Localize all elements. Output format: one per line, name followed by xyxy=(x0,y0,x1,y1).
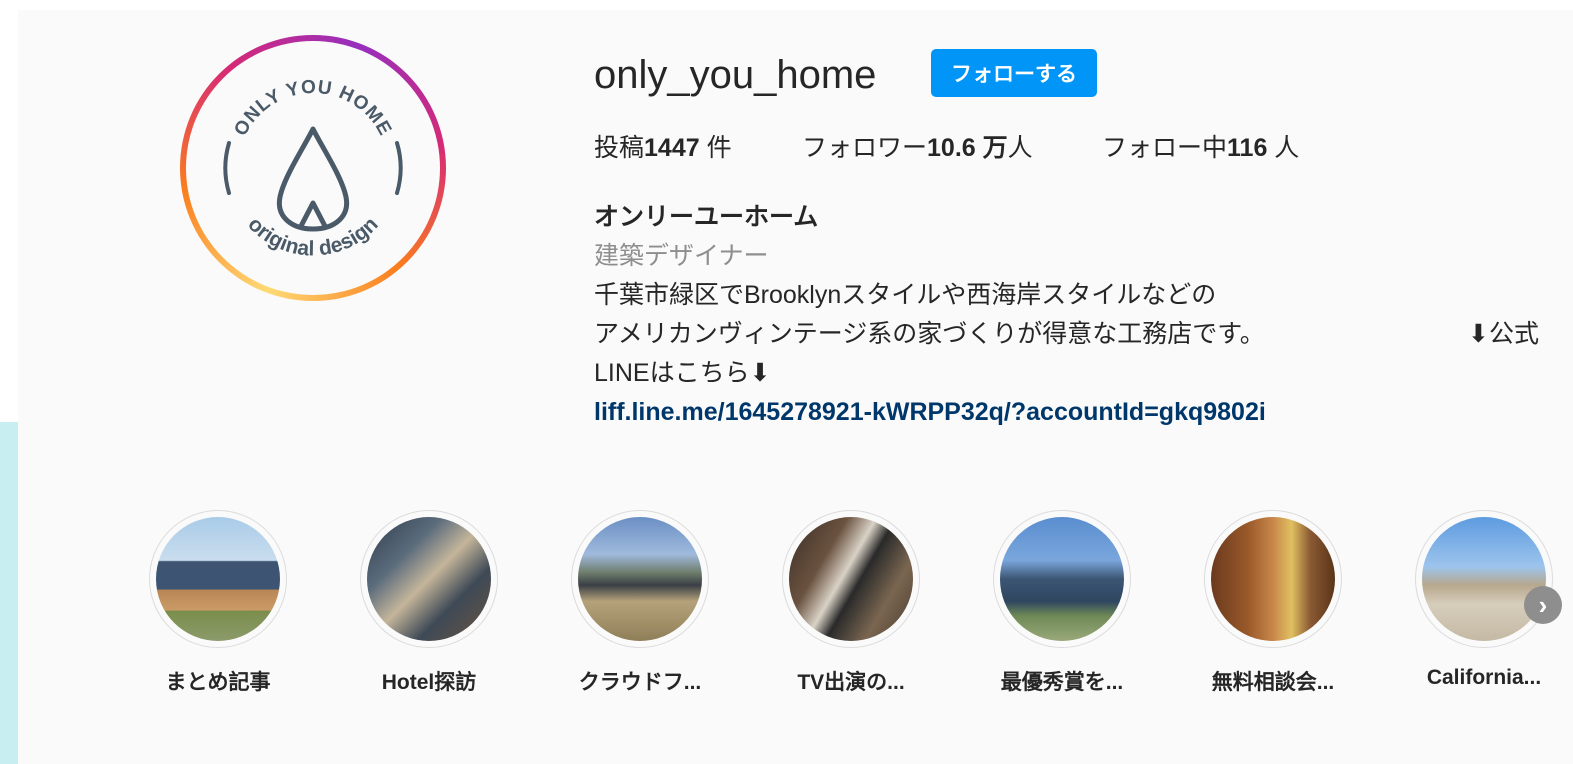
bio-line: アメリカンヴィンテージ系の家づくりが得意な工務店です。 ⬇公式 xyxy=(594,315,1539,354)
chevron-right-icon[interactable]: › xyxy=(1524,586,1562,624)
highlight-thumbnail xyxy=(1000,517,1124,641)
highlight-label: まとめ記事 xyxy=(165,671,271,694)
followers-count[interactable]: フォロワー10.6 万人 xyxy=(802,130,1033,166)
highlight-label: California... xyxy=(1426,666,1542,689)
highlight-thumbnail xyxy=(578,517,702,641)
posts-count: 投稿1447 件 xyxy=(594,134,732,162)
highlight-thumbnail xyxy=(156,517,280,641)
highlight-item[interactable]: Hotel探訪 xyxy=(344,510,514,696)
profile-avatar[interactable]: ONLY YOU HOME original design xyxy=(180,35,446,301)
highlight-item[interactable]: まとめ記事 xyxy=(133,510,303,696)
highlight-item[interactable]: 無料相談会... xyxy=(1188,510,1358,696)
highlight-label: Hotel探訪 xyxy=(381,671,477,694)
display-name: オンリーユーホーム xyxy=(594,203,819,231)
bio-line-tail: ⬇公式 xyxy=(1468,320,1539,348)
teardrop-icon xyxy=(276,126,350,232)
external-link[interactable]: liff.line.me/1645278921-kWRPP32q/?accoun… xyxy=(594,398,1266,426)
highlight-label: 最優秀賞を... xyxy=(1000,671,1124,694)
highlight-item[interactable]: TV出演の... xyxy=(766,510,936,696)
logo-bottom-text: original design xyxy=(243,213,382,261)
follow-button[interactable]: フォローする xyxy=(931,49,1097,97)
highlight-label: TV出演の... xyxy=(797,671,905,694)
profile-bio: オンリーユーホーム 建築デザイナー 千葉市緑区でBrooklynスタイルや西海岸… xyxy=(594,198,1539,432)
highlight-label: 無料相談会... xyxy=(1211,671,1335,694)
category-label: 建築デザイナー xyxy=(594,242,769,270)
highlight-item[interactable]: 最優秀賞を... xyxy=(977,510,1147,696)
highlight-thumbnail xyxy=(367,517,491,641)
bio-line: 千葉市緑区でBrooklynスタイルや西海岸スタイルなどの xyxy=(594,281,1217,309)
highlight-thumbnail xyxy=(1422,517,1546,641)
following-count[interactable]: フォロー中116 人 xyxy=(1102,130,1299,166)
username: only_you_home xyxy=(594,53,877,97)
highlight-thumbnail xyxy=(1211,517,1335,641)
highlight-label: クラウドフ... xyxy=(578,671,702,694)
highlight-item[interactable]: クラウドフ... xyxy=(555,510,725,696)
bio-line: LINEはこちら⬇ xyxy=(594,359,771,387)
svg-text:original design: original design xyxy=(243,213,382,261)
highlight-thumbnail xyxy=(789,517,913,641)
brand-logo: ONLY YOU HOME original design xyxy=(192,47,434,289)
left-edge-strip xyxy=(0,422,18,764)
